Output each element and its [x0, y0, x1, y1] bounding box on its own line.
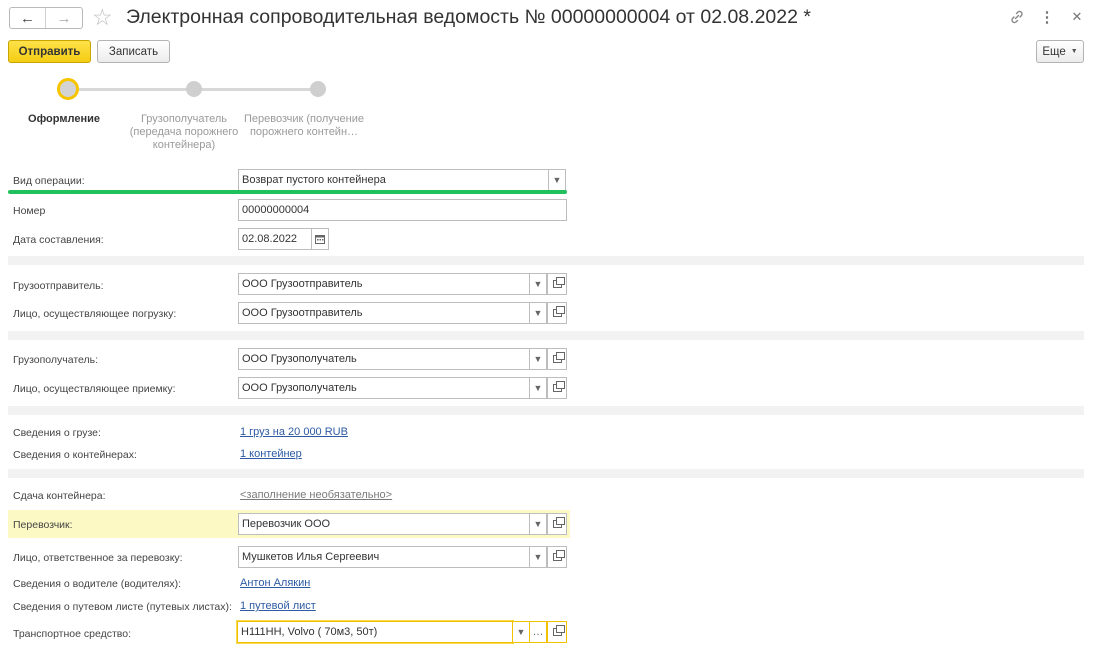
chevron-down-icon: ▼	[533, 308, 543, 318]
step-dot-1[interactable]	[57, 78, 79, 100]
more-button[interactable]: Еще ▼	[1036, 40, 1084, 63]
shipper-open-button[interactable]	[547, 273, 567, 295]
cargo-info-link[interactable]: 1 груз на 20 000 RUB	[240, 426, 348, 438]
waybills-link[interactable]: 1 путевой лист	[240, 600, 316, 612]
step-label-1[interactable]: Оформление	[14, 113, 114, 126]
section-divider	[8, 331, 1084, 340]
section-divider	[8, 406, 1084, 415]
open-form-icon	[552, 352, 565, 363]
step-dot-2[interactable]	[186, 81, 202, 97]
operation-type-label: Вид операции:	[13, 175, 85, 187]
carrier-label: Перевозчик:	[13, 519, 73, 531]
container-delivery-link[interactable]: <заполнение необязательно>	[240, 489, 392, 501]
navigation-buttons: ← →	[9, 7, 83, 29]
loader-open-button[interactable]	[547, 302, 567, 324]
drivers-label: Сведения о водителе (водителях):	[13, 578, 181, 590]
chevron-down-icon: ▼	[552, 175, 562, 185]
date-label: Дата составления:	[13, 234, 104, 246]
responsible-field[interactable]: Мушкетов Илья Сергеевич	[238, 546, 530, 568]
ellipsis-icon: …	[532, 626, 544, 638]
number-field[interactable]: 00000000004	[238, 199, 567, 221]
calendar-button[interactable]	[311, 228, 329, 250]
green-underline	[8, 190, 567, 194]
vehicle-label: Транспортное средство:	[13, 628, 131, 640]
vehicle-dropdown[interactable]: ▼	[512, 621, 530, 643]
chevron-down-icon: ▼	[533, 383, 543, 393]
receiver-label: Лицо, осуществляющее приемку:	[13, 383, 176, 395]
consignee-field[interactable]: ООО Грузополучатель	[238, 348, 530, 370]
open-form-icon	[552, 517, 565, 528]
container-delivery-label: Сдача контейнера:	[13, 490, 106, 502]
carrier-dropdown[interactable]: ▼	[529, 513, 547, 535]
consignee-open-button[interactable]	[547, 348, 567, 370]
shipper-label: Грузоотправитель:	[13, 280, 104, 292]
loader-label: Лицо, осуществляющее погрузку:	[13, 308, 177, 320]
vehicle-field[interactable]: Н111НН, Volvo ( 70м3, 50т)	[237, 621, 513, 643]
loader-field[interactable]: ООО Грузоотправитель	[238, 302, 530, 324]
drivers-link[interactable]: Антон Алякин	[240, 577, 310, 589]
step-label-3[interactable]: Перевозчик (получение порожнего контейн…	[243, 113, 365, 139]
open-form-icon	[552, 625, 565, 636]
shipper-field[interactable]: ООО Грузоотправитель	[238, 273, 530, 295]
more-vertical-icon[interactable]: ⋮	[1038, 8, 1056, 26]
arrow-right-icon: →	[56, 9, 72, 27]
title-bar: ← → ☆ Электронная сопроводительная ведом…	[0, 0, 1095, 36]
chevron-down-icon: ▼	[533, 552, 543, 562]
open-form-icon	[552, 550, 565, 561]
carrier-open-button[interactable]	[547, 513, 567, 535]
waybills-label: Сведения о путевом листе (путевых листах…	[13, 601, 232, 613]
vehicle-select-button[interactable]: …	[529, 621, 547, 643]
open-form-icon	[552, 306, 565, 317]
container-info-link[interactable]: 1 контейнер	[240, 448, 302, 460]
receiver-open-button[interactable]	[547, 377, 567, 399]
loader-dropdown[interactable]: ▼	[529, 302, 547, 324]
page-title: Электронная сопроводительная ведомость №…	[126, 6, 811, 28]
responsible-label: Лицо, ответственное за перевозку:	[13, 552, 183, 564]
send-button[interactable]: Отправить	[8, 40, 91, 63]
arrow-left-icon: ←	[20, 9, 35, 27]
receiver-dropdown[interactable]: ▼	[529, 377, 547, 399]
container-info-label: Сведения о контейнерах:	[13, 449, 137, 461]
shipper-dropdown[interactable]: ▼	[529, 273, 547, 295]
cargo-info-label: Сведения о грузе:	[13, 427, 101, 439]
calendar-icon	[315, 235, 325, 244]
consignee-dropdown[interactable]: ▼	[529, 348, 547, 370]
link-icon[interactable]	[1008, 8, 1026, 26]
step-label-2[interactable]: Грузополучатель (передача порожнего конт…	[125, 113, 243, 152]
responsible-open-button[interactable]	[547, 546, 567, 568]
number-label: Номер	[13, 205, 46, 217]
operation-type-dropdown[interactable]: ▼	[548, 169, 566, 191]
date-field[interactable]: 02.08.2022	[238, 228, 312, 250]
step-dot-3[interactable]	[310, 81, 326, 97]
carrier-field[interactable]: Перевозчик ООО	[238, 513, 530, 535]
receiver-field[interactable]: ООО Грузополучатель	[238, 377, 530, 399]
chevron-down-icon: ▼	[533, 279, 543, 289]
back-button[interactable]: ←	[10, 8, 46, 28]
open-form-icon	[552, 381, 565, 392]
star-icon[interactable]: ☆	[92, 4, 113, 31]
operation-type-field[interactable]: Возврат пустого контейнера	[238, 169, 549, 191]
chevron-down-icon: ▼	[516, 627, 526, 637]
save-button[interactable]: Записать	[97, 40, 170, 63]
section-divider	[8, 469, 1084, 478]
open-form-icon	[552, 277, 565, 288]
chevron-down-icon: ▼	[533, 519, 543, 529]
chevron-down-icon: ▼	[1070, 48, 1078, 55]
more-button-label: Еще	[1042, 45, 1066, 58]
responsible-dropdown[interactable]: ▼	[529, 546, 547, 568]
forward-button[interactable]: →	[46, 8, 82, 28]
chevron-down-icon: ▼	[533, 354, 543, 364]
consignee-label: Грузополучатель:	[13, 354, 99, 366]
close-icon[interactable]: ✕	[1068, 8, 1086, 26]
vehicle-open-button[interactable]	[547, 621, 567, 643]
section-divider	[8, 256, 1084, 265]
